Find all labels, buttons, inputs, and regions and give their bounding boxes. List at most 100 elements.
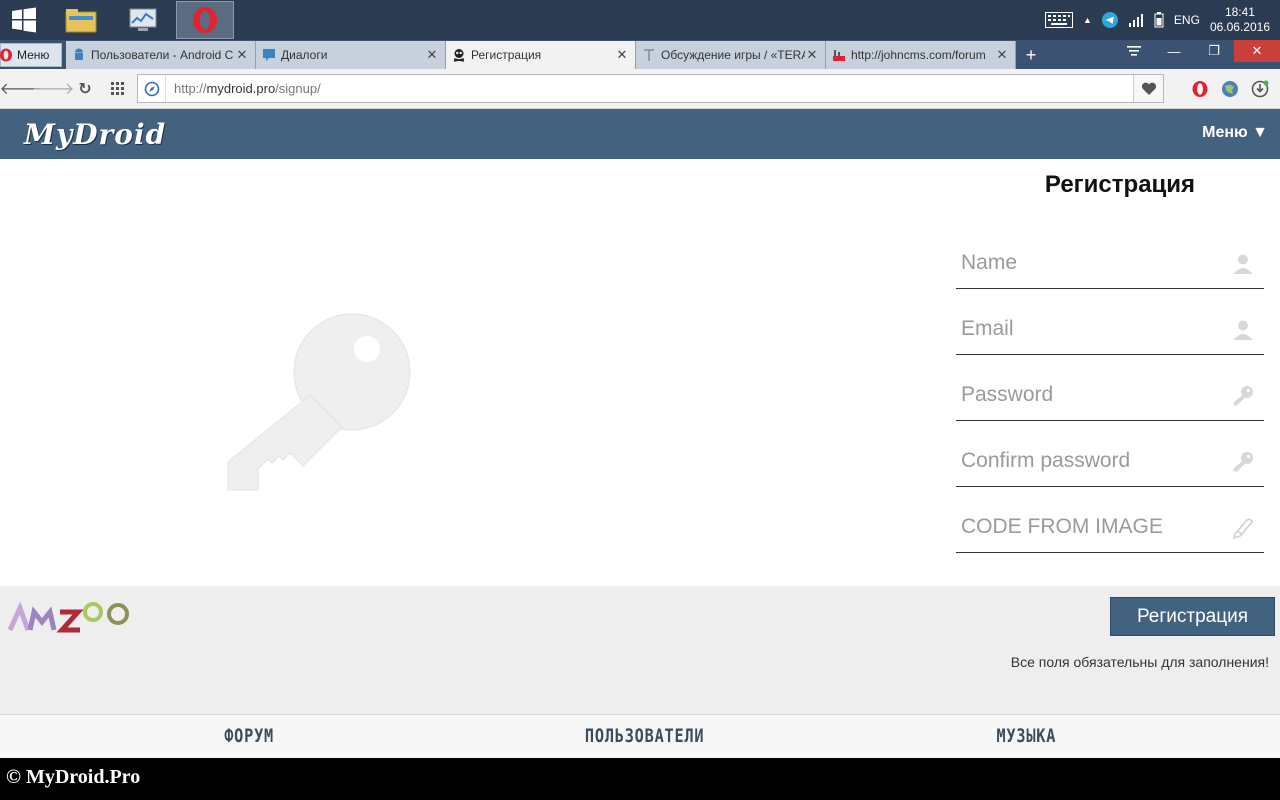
key-icon xyxy=(1233,386,1253,406)
captcha-image xyxy=(8,601,129,633)
site-logo[interactable]: MyDroid xyxy=(24,118,166,151)
user-icon xyxy=(1233,320,1253,340)
cms-icon xyxy=(833,50,845,61)
name-input[interactable] xyxy=(956,239,1226,287)
bookmark-button[interactable] xyxy=(1133,75,1163,102)
reload-button[interactable]: ↻ xyxy=(69,73,101,105)
url-host: mydroid.pro xyxy=(206,81,276,96)
download-icon xyxy=(1251,80,1269,98)
captcha-code-input[interactable] xyxy=(956,503,1226,551)
url-text: http://mydroid.pro/signup/ xyxy=(174,81,321,96)
key-illustration-icon xyxy=(227,313,411,491)
opera-logo-icon xyxy=(0,48,12,62)
opera-menu-button[interactable]: Меню xyxy=(0,43,62,67)
password-input[interactable] xyxy=(956,371,1226,419)
language-indicator[interactable]: ENG xyxy=(1174,13,1200,27)
tab-list-icon xyxy=(1127,46,1141,56)
tab-title: Пользователи - Android C xyxy=(91,48,234,62)
taskbar-explorer[interactable] xyxy=(52,1,110,39)
site-info-button[interactable] xyxy=(138,75,166,102)
keyboard-icon[interactable] xyxy=(1045,12,1073,28)
tab-title: http://johncms.com/forum xyxy=(851,48,986,62)
download-button[interactable] xyxy=(1248,77,1272,101)
heart-icon xyxy=(1141,82,1156,95)
url-bar[interactable]: http://mydroid.pro/signup/ xyxy=(137,74,1164,103)
new-tab-button[interactable]: + xyxy=(1016,41,1046,69)
clock[interactable]: 18:41 06.06.2016 xyxy=(1210,5,1270,35)
minimize-icon: — xyxy=(1167,43,1181,59)
speed-dial-button[interactable] xyxy=(101,73,133,105)
compass-icon xyxy=(144,81,159,96)
url-path: /signup/ xyxy=(275,81,321,96)
grid-icon xyxy=(110,82,124,95)
close-icon[interactable]: ✕ xyxy=(995,47,1009,63)
copyright-text: © MyDroid.Pro xyxy=(6,766,141,788)
opera-menu-label: Меню xyxy=(17,48,50,62)
register-button[interactable]: Регистрация xyxy=(1110,597,1275,636)
tab-johncms[interactable]: http://johncms.com/forum ✕ xyxy=(826,41,1016,69)
clock-time: 18:41 xyxy=(1224,5,1255,19)
windows-start-button[interactable] xyxy=(0,0,48,40)
opera-icon xyxy=(193,7,217,33)
close-icon[interactable]: ✕ xyxy=(805,47,819,63)
close-icon[interactable]: ✕ xyxy=(615,47,629,63)
android-icon xyxy=(75,48,83,60)
footer-link-music[interactable]: МУЗЫКА xyxy=(996,725,1056,747)
clock-date: 06.06.2016 xyxy=(1209,20,1270,34)
opera-ext-button[interactable] xyxy=(1188,77,1212,101)
extension-icons xyxy=(1182,77,1272,101)
confirm-password-input[interactable] xyxy=(956,437,1226,485)
footer-link-users[interactable]: ПОЛЬЗОВАТЕЛИ xyxy=(585,725,704,747)
tera-icon xyxy=(644,49,654,61)
globe-icon xyxy=(1222,81,1238,97)
battery-icon[interactable] xyxy=(1154,12,1164,28)
forward-button[interactable]: 🡒 xyxy=(32,73,75,105)
taskbar-monitor[interactable] xyxy=(114,1,172,39)
email-field xyxy=(956,305,1264,355)
restore-icon: ❐ xyxy=(1208,43,1220,58)
signal-icon[interactable] xyxy=(1128,13,1144,27)
tab-dialogs[interactable]: Диалоги ✕ xyxy=(256,41,446,69)
minimize-button[interactable]: — xyxy=(1154,40,1194,62)
required-fields-note: Все поля обязательны для заполнения! xyxy=(1010,654,1269,670)
email-input[interactable] xyxy=(956,305,1226,353)
chat-icon xyxy=(263,49,275,61)
windows-logo-icon xyxy=(12,7,36,33)
site-menu-button[interactable]: Меню ▼ xyxy=(1202,124,1268,142)
folder-icon xyxy=(65,9,97,33)
reload-icon: ↻ xyxy=(78,80,92,98)
name-field xyxy=(956,239,1264,289)
tray-overflow-icon[interactable]: ▲ xyxy=(1083,15,1092,25)
maximize-button[interactable]: ❐ xyxy=(1194,40,1234,62)
telegram-icon[interactable] xyxy=(1101,12,1118,28)
close-icon[interactable]: ✕ xyxy=(235,47,249,63)
tab-tera[interactable]: Обсуждение игры / «TERA ✕ xyxy=(636,41,826,69)
plus-icon: + xyxy=(1025,44,1037,65)
skull-icon xyxy=(453,49,465,62)
browser-tab-strip: Меню Пользователи - Android C ✕ Диалоги … xyxy=(0,40,1280,69)
opera-icon xyxy=(1192,81,1208,97)
page-title: Регистрация xyxy=(1044,171,1196,198)
url-prefix: http:// xyxy=(174,81,207,96)
tab-users[interactable]: Пользователи - Android C ✕ xyxy=(66,41,256,69)
window-controls: — ❐ ✕ xyxy=(1114,40,1280,69)
confirm-password-field xyxy=(956,437,1264,487)
close-icon[interactable]: ✕ xyxy=(425,47,439,63)
tab-signup[interactable]: Регистрация ✕ xyxy=(446,41,636,69)
close-window-button[interactable]: ✕ xyxy=(1234,40,1280,62)
key-icon xyxy=(1233,452,1253,472)
footer-link-forum[interactable]: ФОРУМ xyxy=(224,725,274,747)
taskbar-opera[interactable] xyxy=(176,1,234,39)
pencil-icon xyxy=(1232,518,1253,539)
tab-title: Диалоги xyxy=(281,48,328,62)
system-tray: ▲ ENG 18:41 06.06.2016 xyxy=(1035,0,1280,40)
windows-taskbar: ▲ ENG 18:41 06.06.2016 xyxy=(0,0,1280,40)
tab-title: Обсуждение игры / «TERA xyxy=(661,48,805,62)
close-icon: ✕ xyxy=(1251,43,1263,58)
form-footer-area: Регистрация Все поля обязательны для зап… xyxy=(0,586,1280,714)
tab-menu-button[interactable] xyxy=(1114,40,1154,62)
user-icon xyxy=(1233,254,1253,274)
resource-monitor-icon xyxy=(129,8,157,31)
password-field xyxy=(956,371,1264,421)
vpn-ext-button[interactable] xyxy=(1218,77,1242,101)
